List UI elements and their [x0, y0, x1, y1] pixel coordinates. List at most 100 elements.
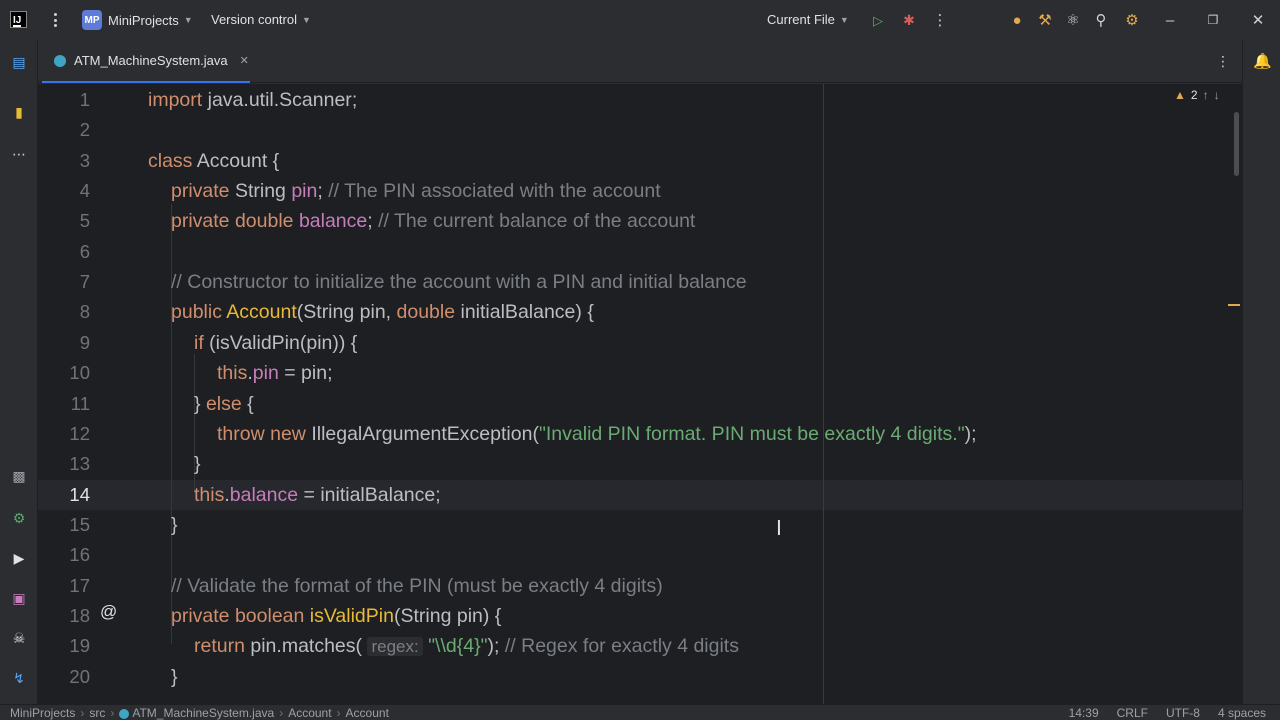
main-menu-icon[interactable] — [50, 11, 60, 29]
close-tab-icon[interactable]: ✕ — [240, 54, 249, 67]
breadcrumb-item[interactable]: Account — [288, 705, 331, 720]
status-widgets: 14:39 CRLF UTF-8 4 spaces — [1069, 705, 1266, 720]
minimize-icon[interactable]: – — [1160, 10, 1180, 30]
commit-tool-icon[interactable]: ▮ — [9, 102, 29, 122]
line-number[interactable]: 7 — [38, 267, 90, 297]
code-text[interactable]: this.balance = initialBalance; — [194, 480, 441, 510]
override-icon[interactable]: @ — [100, 602, 117, 622]
right-tool-strip: 🔔 — [1242, 40, 1280, 704]
line-number[interactable]: 6 — [38, 237, 90, 267]
code-line[interactable]: 12 throw new IllegalArgumentException("In… — [38, 419, 1242, 449]
code-text[interactable]: private double balance; // The current b… — [171, 206, 695, 236]
search-icon[interactable]: ⚲ — [1091, 10, 1111, 30]
code-line[interactable]: 2 — [38, 115, 1242, 145]
line-number[interactable]: 8 — [38, 297, 90, 327]
breadcrumb-item[interactable]: ATM_MachineSystem.java — [119, 705, 274, 720]
line-number[interactable]: 20 — [38, 662, 90, 692]
code-text[interactable]: } — [171, 662, 178, 692]
code-line[interactable]: 5 private double balance; // The current … — [38, 206, 1242, 236]
bell-icon[interactable]: 🔔 — [1253, 52, 1272, 70]
line-number[interactable]: 11 — [38, 389, 90, 419]
build-icon[interactable]: ⚒ — [1035, 10, 1055, 30]
line-number[interactable]: 13 — [38, 449, 90, 479]
more-tools-icon[interactable]: ⋯ — [9, 144, 29, 164]
code-text[interactable]: // Validate the format of the PIN (must … — [171, 571, 663, 601]
code-text[interactable]: this.pin = pin; — [217, 358, 333, 388]
project-tool-icon[interactable]: ▤ — [9, 52, 29, 72]
code-text[interactable]: public Account(String pin, double initia… — [171, 297, 594, 327]
code-text[interactable]: return pin.matches( regex: "\\d{4}"); //… — [194, 631, 739, 662]
app-logo-icon[interactable]: IJ — [10, 11, 27, 28]
code-text[interactable]: } — [194, 449, 201, 479]
code-line[interactable]: 14 this.balance = initialBalance; — [38, 480, 1242, 510]
tab-atm-machinesystem[interactable]: ATM_MachineSystem.java ✕ — [42, 40, 250, 83]
bookmarks-tool-icon[interactable]: ▩ — [9, 466, 29, 486]
line-number[interactable]: 9 — [38, 328, 90, 358]
breadcrumb-item[interactable]: Account — [346, 705, 389, 720]
line-number[interactable]: 4 — [38, 176, 90, 206]
code-line[interactable]: 15} — [38, 510, 1242, 540]
editor-tab-bar: ATM_MachineSystem.java ✕ ⋮ — [38, 40, 1242, 83]
code-line[interactable]: 13} — [38, 449, 1242, 479]
code-line[interactable]: 7 // Constructor to initialize the accoun… — [38, 267, 1242, 297]
line-number[interactable]: 2 — [38, 115, 90, 145]
run-config-selector[interactable]: Current File ▼ — [767, 12, 849, 27]
line-number[interactable]: 1 — [38, 85, 90, 115]
run-icon[interactable]: ▷ — [868, 10, 888, 30]
code-line[interactable]: 6 — [38, 237, 1242, 267]
caret-position[interactable]: 14:39 — [1069, 705, 1099, 720]
line-number[interactable]: 5 — [38, 206, 90, 236]
code-line[interactable]: 17 // Validate the format of the PIN (mus… — [38, 571, 1242, 601]
restore-icon[interactable]: ❐ — [1203, 10, 1223, 30]
indent-setting[interactable]: 4 spaces — [1218, 705, 1266, 720]
code-text[interactable]: // Constructor to initialize the account… — [171, 267, 747, 297]
code-line[interactable]: 1 import java.util.Scanner; — [38, 85, 1242, 115]
code-with-me-icon[interactable]: ● — [1007, 10, 1027, 30]
line-number[interactable]: 17 — [38, 571, 90, 601]
code-text[interactable]: class Account { — [148, 146, 279, 176]
code-line[interactable]: 3 class Account { — [38, 146, 1242, 176]
tab-options-icon[interactable]: ⋮ — [1216, 53, 1230, 70]
version-control-menu[interactable]: Version control ▼ — [211, 12, 311, 27]
line-number[interactable]: 19 — [38, 631, 90, 661]
more-actions-icon[interactable]: ⋮ — [930, 10, 950, 30]
line-number[interactable]: 12 — [38, 419, 90, 449]
code-line[interactable]: 20} — [38, 662, 1242, 692]
line-number[interactable]: 18 — [38, 601, 90, 631]
code-text[interactable]: } — [171, 510, 178, 540]
code-text[interactable]: if (isValidPin(pin)) { — [194, 328, 357, 358]
line-number[interactable]: 3 — [38, 146, 90, 176]
run-tool-icon[interactable]: ▶ — [9, 548, 29, 568]
code-line[interactable]: 4 private String pin; // The PIN associat… — [38, 176, 1242, 206]
code-line[interactable]: 8 public Account(String pin, double initi… — [38, 297, 1242, 327]
line-number[interactable]: 15 — [38, 510, 90, 540]
git-tool-icon[interactable]: ↯ — [9, 668, 29, 688]
line-number[interactable]: 14 — [38, 480, 90, 510]
code-line[interactable]: 16 — [38, 540, 1242, 570]
code-line[interactable]: 11 } else { — [38, 389, 1242, 419]
code-editor[interactable]: ▲ 2 ↑ ↓ 1 import java.util.Scanner; 2 3 clas… — [38, 84, 1242, 704]
code-text[interactable]: private boolean isValidPin(String pin) { — [171, 601, 501, 631]
code-text[interactable]: throw new IllegalArgumentException("Inva… — [217, 419, 977, 449]
code-text[interactable]: private String pin; // The PIN associate… — [171, 176, 661, 206]
code-line[interactable]: 19 return pin.matches( regex: "\\d{4}"); … — [38, 631, 1242, 661]
code-line[interactable]: 10 this.pin = pin; — [38, 358, 1242, 388]
code-line[interactable]: 9 if (isValidPin(pin)) { — [38, 328, 1242, 358]
services-tool-icon[interactable]: ⚙ — [9, 508, 29, 528]
debug-icon[interactable]: ✱ — [899, 10, 919, 30]
breadcrumb-item[interactable]: MiniProjects — [10, 705, 75, 720]
file-encoding[interactable]: UTF-8 — [1166, 705, 1200, 720]
terminal-tool-icon[interactable]: ▣ — [9, 588, 29, 608]
code-text[interactable]: } else { — [194, 389, 254, 419]
code-line[interactable]: 18 private boolean isValidPin(String pin)… — [38, 601, 1242, 631]
project-selector[interactable]: MP MiniProjects ▼ — [82, 10, 193, 30]
breadcrumb-item[interactable]: src — [89, 705, 105, 720]
line-number[interactable]: 16 — [38, 540, 90, 570]
ai-assistant-icon[interactable]: ⚛ — [1063, 10, 1083, 30]
problems-tool-icon[interactable]: ☠ — [9, 628, 29, 648]
settings-icon[interactable]: ⚙ — [1122, 10, 1142, 30]
line-separator[interactable]: CRLF — [1117, 705, 1148, 720]
close-icon[interactable]: ✕ — [1248, 10, 1268, 30]
code-text[interactable]: import java.util.Scanner; — [148, 85, 357, 115]
line-number[interactable]: 10 — [38, 358, 90, 388]
